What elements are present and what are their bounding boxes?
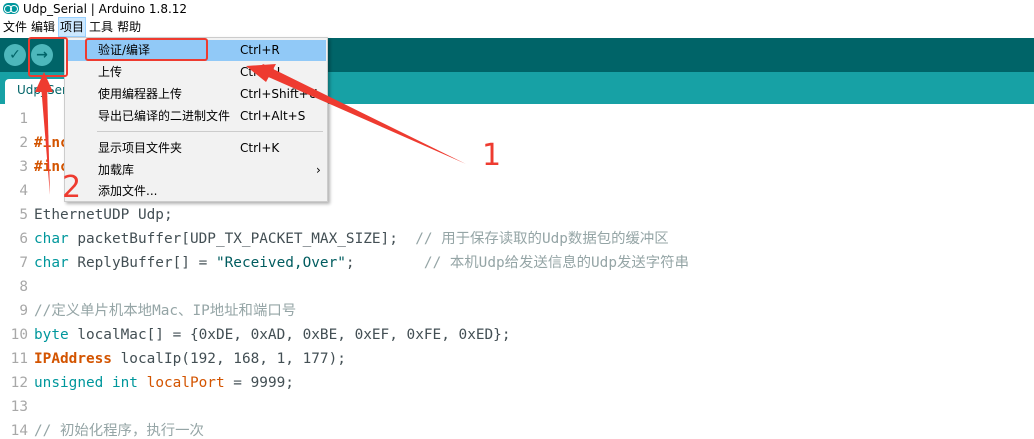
menu-bar: 文件 编辑 项目 工具 帮助 xyxy=(0,17,1034,37)
menu-help[interactable]: 帮助 xyxy=(116,17,142,37)
arduino-logo-icon xyxy=(3,3,19,14)
code-line: 9//定义单片机本地Mac、IP地址和端口号 xyxy=(19,303,297,319)
menu-item-show-sketch-folder[interactable]: 显示项目文件夹 Ctrl+K xyxy=(66,138,326,159)
annotation-label-2: 2 xyxy=(62,170,82,205)
code-text: char ReplyBuffer[] = "Received,Over"; //… xyxy=(34,255,689,271)
code-line: 6 char packetBuffer[UDP_TX_PACKET_MAX_SIZ… xyxy=(0,227,669,251)
menu-item-upload[interactable]: 上传 Ctrl+U xyxy=(66,62,326,83)
code-line: 7 char ReplyBuffer[] = "Received,Over"; /… xyxy=(0,251,689,275)
code-line: 4 xyxy=(19,183,28,199)
code-keyword: char xyxy=(34,231,69,247)
verify-button[interactable]: ✓ xyxy=(4,44,26,66)
menu-sketch[interactable]: 项目 xyxy=(58,17,87,37)
annotation-box-verify-menu xyxy=(85,38,208,61)
code-text: byte localMac[] = {0xDE, 0xAD, 0xBE, 0xE… xyxy=(34,327,511,343)
menu-edit[interactable]: 编辑 xyxy=(30,17,56,37)
code-line: 13 xyxy=(10,399,28,415)
code-text: unsigned int localPort = 9999; xyxy=(34,375,294,391)
code-string: "Received,Over" xyxy=(215,255,346,271)
annotation-label-1: 1 xyxy=(482,138,502,173)
code-keyword: byte xyxy=(34,327,69,343)
code-line: 11 IPAddress localIp(192, 168, 1, 177); xyxy=(0,347,346,371)
sketch-menu-dropdown: 验证/编译 Ctrl+R 上传 Ctrl+U 使用编程器上传 Ctrl+Shif… xyxy=(64,37,328,202)
annotation-box-upload-button xyxy=(28,37,68,77)
menu-file[interactable]: 文件 xyxy=(2,17,28,37)
code-keyword: IPAddress xyxy=(34,351,112,367)
code-line: 10 byte localMac[] = {0xDE, 0xAD, 0xBE, 0… xyxy=(0,323,511,347)
code-keyword: int xyxy=(111,375,138,391)
code-variable: localPort xyxy=(146,375,225,391)
code-line: 1 xyxy=(19,111,28,127)
code-comment: // 用于保存读取的Udp数据包的缓冲区 xyxy=(415,231,669,247)
checkmark-icon: ✓ xyxy=(9,47,21,63)
menu-item-include-library[interactable]: 加载库 › xyxy=(66,160,326,181)
window-title: Udp_Serial | Arduino 1.8.12 xyxy=(23,1,188,16)
menu-item-export-binary[interactable]: 导出已编译的二进制文件 Ctrl+Alt+S xyxy=(66,106,326,127)
menu-separator xyxy=(97,131,323,132)
code-text: char packetBuffer[UDP_TX_PACKET_MAX_SIZE… xyxy=(34,231,669,247)
code-comment: // 本机Udp给发送信息的Udp发送字符串 xyxy=(423,255,689,271)
code-line: 14// 初始化程序，执行一次 xyxy=(10,423,204,439)
code-line: 5 EthernetUDP Udp; xyxy=(19,207,173,223)
code-line: 12 unsigned int localPort = 9999; xyxy=(0,371,294,395)
menu-item-upload-using-programmer[interactable]: 使用编程器上传 Ctrl+Shift+U xyxy=(66,84,326,105)
title-bar: Udp_Serial | Arduino 1.8.12 xyxy=(0,0,1034,17)
submenu-arrow-icon: › xyxy=(316,163,321,177)
code-keyword: char xyxy=(34,255,69,271)
code-keyword: unsigned xyxy=(34,375,104,391)
menu-item-add-file[interactable]: 添加文件... xyxy=(66,181,326,202)
code-line: 8 xyxy=(19,279,28,295)
code-text: IPAddress localIp(192, 168, 1, 177); xyxy=(34,351,346,367)
menu-tools[interactable]: 工具 xyxy=(88,17,114,37)
